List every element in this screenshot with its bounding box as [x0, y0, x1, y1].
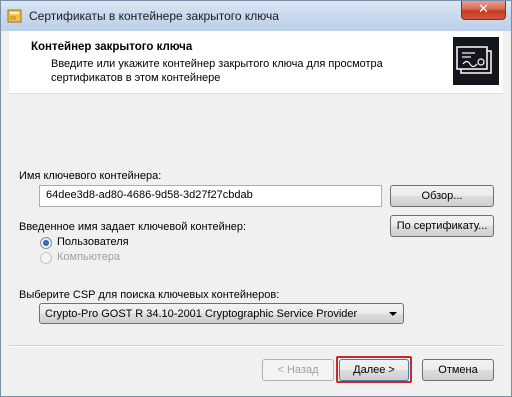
radio-computer-label: Компьютера [57, 251, 121, 263]
by-certificate-button[interactable]: По сертификату... [390, 215, 494, 237]
back-button[interactable]: < Назад [262, 359, 334, 381]
wizard-header: Контейнер закрытого ключа Введите или ук… [9, 31, 503, 94]
radio-computer[interactable] [40, 252, 52, 264]
title-bar[interactable]: Сертификаты в контейнере закрытого ключа… [1, 1, 511, 31]
csp-label: Выберите CSP для поиска ключевых контейн… [19, 289, 280, 301]
csp-select[interactable]: Crypto-Pro GOST R 34.10-2001 Cryptograph… [39, 303, 404, 324]
container-name-label: Имя ключевого контейнера: [19, 170, 162, 182]
close-icon: ✕ [478, 2, 489, 17]
radio-user-label[interactable]: Пользователя [57, 236, 129, 248]
container-name-value: 64dee3d8-ad80-4686-9d58-3d27f27cbdab [46, 189, 253, 201]
header-title: Контейнер закрытого ключа [31, 41, 193, 53]
header-description: Введите или укажите контейнер закрытого … [51, 58, 383, 84]
window-title: Сертификаты в контейнере закрытого ключа [29, 9, 279, 23]
container-name-input[interactable]: 64dee3d8-ad80-4686-9d58-3d27f27cbdab [39, 185, 382, 207]
dialog-window: Сертификаты в контейнере закрытого ключа… [0, 0, 512, 397]
certificate-icon [453, 37, 499, 85]
radio-user[interactable] [40, 237, 52, 249]
chevron-down-icon [389, 312, 397, 316]
csp-selected-value: Crypto-Pro GOST R 34.10-2001 Cryptograph… [45, 308, 358, 320]
key-source-label: Введенное имя задает ключевой контейнер: [19, 221, 247, 233]
next-button[interactable]: Далее > [339, 359, 409, 381]
cancel-button[interactable]: Отмена [422, 359, 494, 381]
browse-button[interactable]: Обзор... [390, 185, 494, 207]
app-icon [7, 9, 22, 23]
close-button[interactable]: ✕ [461, 1, 506, 20]
footer-divider [9, 345, 503, 347]
